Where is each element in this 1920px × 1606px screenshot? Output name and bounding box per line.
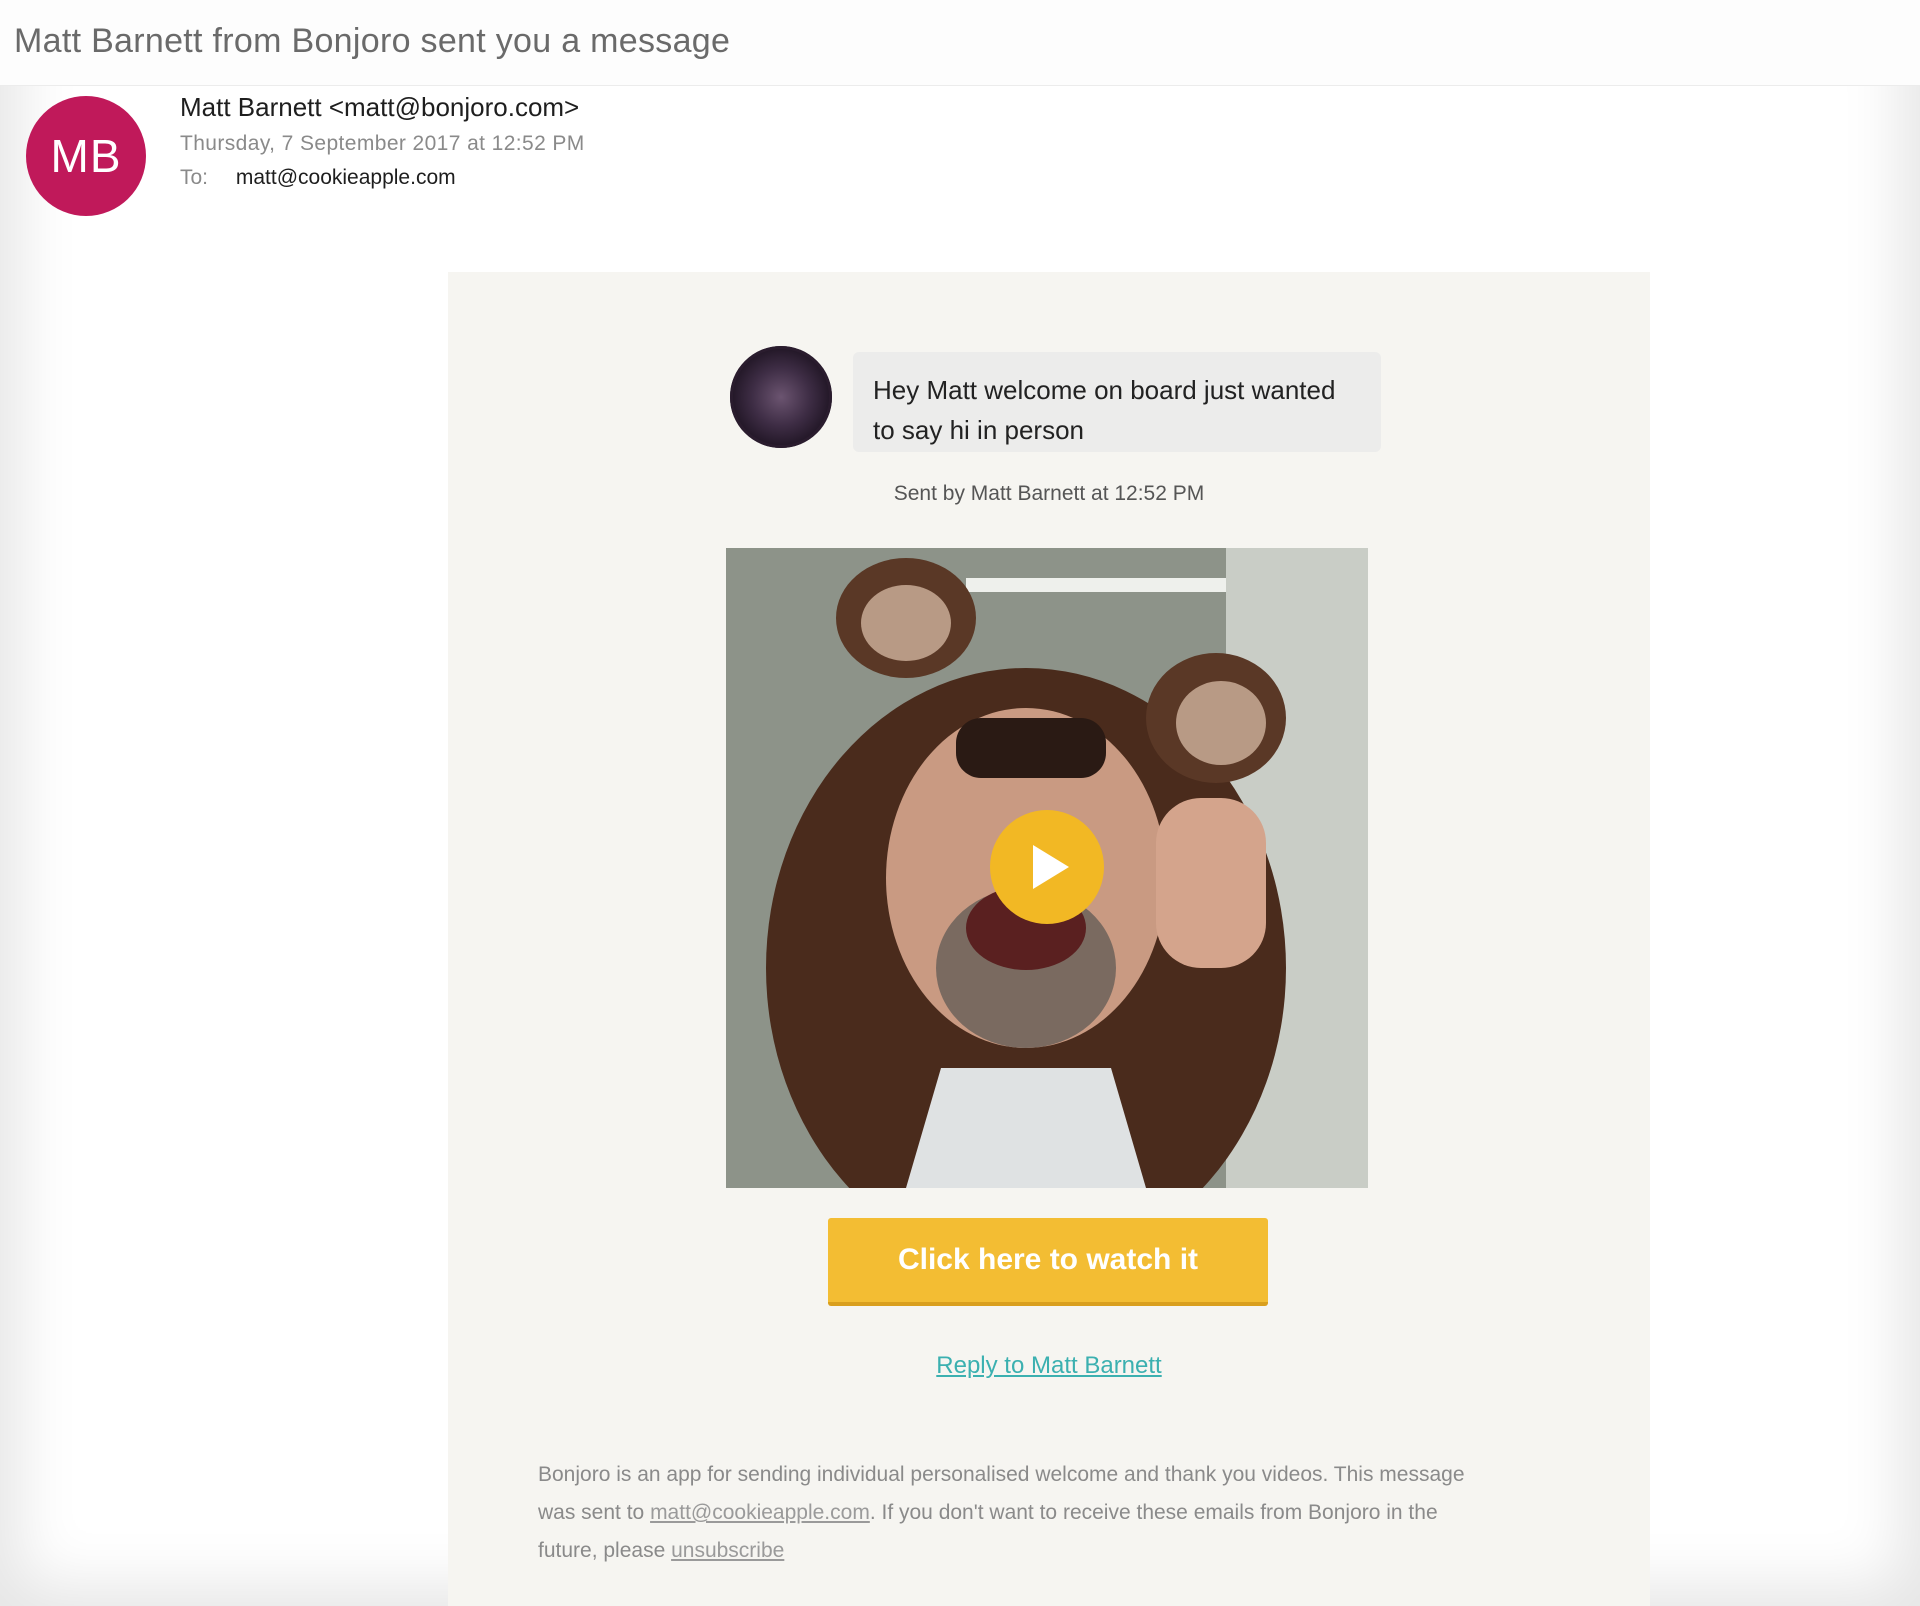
to-label: To: [180,166,209,189]
date-field: Thursday, 7 September 2017 at 12:52 PM [180,132,585,155]
sent-by-text: Sent by Matt Barnett at 12:52 PM [893,482,1205,505]
reply-link[interactable]: Reply to Matt Barnett [448,1352,1650,1380]
video-thumbnail[interactable] [726,548,1368,1188]
sender-photo-avatar [730,346,832,448]
message-card: Hey Matt welcome on board just wanted to… [448,272,1650,1606]
unsubscribe-link[interactable]: unsubscribe [671,1539,784,1562]
recipient-email-link[interactable]: matt@cookieapple.com [650,1501,870,1524]
subject-bar: Matt Barnett from Bonjoro sent you a mes… [0,0,1920,86]
play-button[interactable] [990,810,1104,924]
sender-initials-avatar: MB [26,96,146,216]
email-subject: Matt Barnett from Bonjoro sent you a mes… [14,22,731,60]
from-field[interactable]: Matt Barnett <matt@bonjoro.com> [180,92,579,123]
email-header: MB Matt Barnett <matt@bonjoro.com> Thurs… [0,86,1920,246]
watch-video-button[interactable]: Click here to watch it [828,1218,1268,1306]
to-address[interactable]: matt@cookieapple.com [236,166,456,189]
play-icon [1033,845,1069,889]
email-window: Matt Barnett from Bonjoro sent you a mes… [0,0,1920,1606]
footer-text: Bonjoro is an app for sending individual… [538,1456,1498,1570]
message-bubble: Hey Matt welcome on board just wanted to… [853,352,1381,452]
to-row: To: matt@cookieapple.com [180,166,456,190]
